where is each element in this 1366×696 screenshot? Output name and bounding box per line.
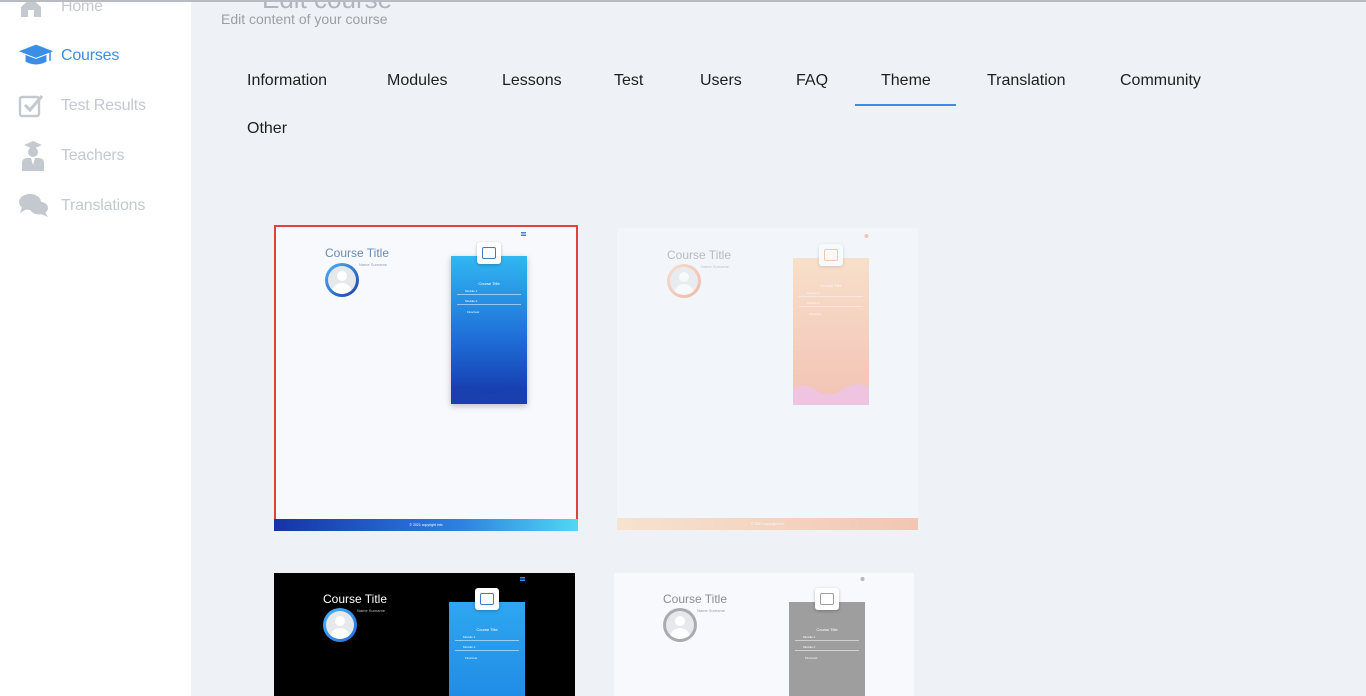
course-logo-icon [815, 588, 839, 610]
phone-module-row: Module 2 [455, 645, 519, 651]
menu-icon [520, 577, 525, 581]
chat-bubbles-icon [18, 192, 54, 220]
sidebar-item-label: Home [61, 0, 103, 15]
phone-course-title: Course Title [816, 627, 838, 632]
sidebar-item-translations[interactable]: Translations [18, 191, 145, 221]
checkbox-icon [18, 92, 54, 120]
menu-icon [521, 232, 526, 236]
sidebar-item-home[interactable]: Home [18, 0, 103, 22]
theme-course-title: Course Title [663, 592, 728, 606]
phone-module-row: Module 1 [799, 291, 863, 297]
phone-final-test: Final test [465, 656, 478, 660]
avatar [663, 608, 697, 642]
home-icon [18, 0, 54, 21]
theme-card-gray[interactable]: Course Title Name Surname Course Title M… [614, 573, 914, 696]
theme-course-title: Course Title [325, 246, 390, 260]
menu-icon [860, 577, 865, 581]
phone-module-row: Module 1 [457, 289, 521, 295]
tab-information[interactable]: Information [247, 72, 327, 102]
theme-phone-preview: Course Title Module 1 Module 2 Final tes… [789, 588, 865, 696]
phone-final-test: Final test [809, 312, 822, 316]
theme-card-peach[interactable]: Course Title Name Surname Course Title M… [617, 228, 918, 530]
avatar [667, 264, 701, 298]
active-tab-indicator [855, 104, 956, 106]
phone-module-row: Module 2 [795, 645, 859, 651]
sidebar-item-test-results[interactable]: Test Results [18, 91, 146, 121]
teacher-icon [18, 141, 54, 171]
course-logo-icon [477, 242, 501, 264]
phone-module-row: Module 2 [457, 299, 521, 305]
tab-translation[interactable]: Translation [987, 72, 1066, 102]
course-logo-icon [475, 588, 499, 610]
course-logo-icon [819, 244, 843, 266]
sidebar-item-label: Test Results [61, 97, 146, 114]
tab-faq[interactable]: FAQ [796, 72, 828, 102]
phone-module-row: Module 1 [455, 635, 519, 641]
tab-other[interactable]: Other [247, 120, 287, 150]
sidebar-item-label: Teachers [61, 147, 125, 164]
sidebar-item-courses[interactable]: Courses [18, 41, 119, 71]
theme-card-blue[interactable]: Course Title Name Surname Course Title M… [274, 225, 578, 531]
theme-footer: © 2021 copyright info [274, 519, 578, 531]
graduation-cap-icon [18, 42, 54, 70]
phone-final-test: Final test [805, 656, 818, 660]
sidebar-item-teachers[interactable]: Teachers [18, 141, 125, 171]
theme-phone-preview: Course Title Module 1 Module 2 Final tes… [793, 244, 869, 405]
theme-phone-preview: Course Title Module 1 Module 2 Final tes… [449, 588, 525, 696]
tab-users[interactable]: Users [700, 72, 742, 102]
tab-test[interactable]: Test [614, 72, 643, 102]
theme-card-dark[interactable]: Course Title Name Surname Course Title M… [274, 573, 575, 696]
theme-course-title: Course Title [323, 592, 388, 606]
phone-course-title: Course Title [820, 283, 842, 288]
top-border [0, 0, 1366, 2]
theme-author-name: Name Surname [359, 262, 388, 267]
sidebar-item-label: Translations [61, 197, 146, 214]
tab-community[interactable]: Community [1120, 72, 1201, 102]
menu-icon [864, 234, 869, 238]
avatar [325, 263, 359, 297]
phone-course-title: Course Title [476, 627, 498, 632]
phone-wave-decoration [793, 384, 869, 405]
theme-course-title: Course Title [667, 248, 732, 262]
phone-wave-decoration [451, 384, 527, 404]
phone-final-test: Final test [467, 310, 480, 314]
sidebar-item-label: Courses [61, 47, 120, 64]
theme-footer: © 2021 copyright info [617, 518, 918, 530]
tab-theme[interactable]: Theme [881, 72, 931, 102]
phone-course-title: Course Title [478, 281, 500, 286]
tab-modules[interactable]: Modules [387, 72, 447, 102]
theme-author-name: Name Surname [357, 608, 386, 613]
avatar [323, 608, 357, 642]
phone-module-row: Module 1 [795, 635, 859, 641]
phone-module-row: Module 2 [799, 301, 863, 307]
theme-phone-preview: Course Title Module 1 Module 2 Final tes… [451, 242, 527, 404]
tab-lessons[interactable]: Lessons [502, 72, 562, 102]
theme-author-name: Name Surname [697, 608, 726, 613]
sidebar: Home Courses Test Results Teachers Trans… [0, 0, 191, 696]
page-subtitle: Edit content of your course [221, 11, 388, 27]
theme-author-name: Name Surname [701, 264, 730, 269]
